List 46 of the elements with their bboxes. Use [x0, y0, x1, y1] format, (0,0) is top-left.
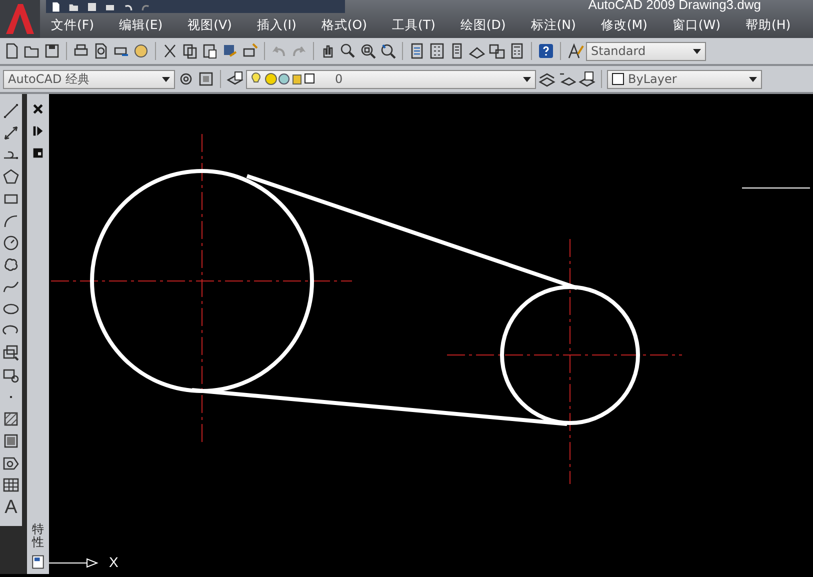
menu-item[interactable]: 文件(F) [45, 17, 100, 34]
menu-item[interactable]: 编辑(E) [112, 17, 169, 34]
menu-item[interactable]: 修改(M) [594, 17, 654, 34]
help-icon[interactable] [537, 42, 555, 60]
insert-block-icon[interactable] [2, 344, 20, 362]
menu-item[interactable]: 插入(I) [250, 17, 302, 34]
menu-item[interactable]: 标注(N) [524, 17, 582, 34]
caret-icon [693, 48, 701, 54]
zoom-previous-icon[interactable] [379, 42, 397, 60]
line-icon[interactable] [2, 102, 20, 120]
hatch-icon[interactable] [2, 410, 20, 428]
workspace-dropdown[interactable]: AutoCAD 经典 [3, 70, 175, 88]
markup-icon[interactable] [488, 42, 506, 60]
menu-item[interactable]: 帮助(H) [740, 17, 797, 34]
paste-icon[interactable] [201, 42, 219, 60]
layer-states-icon[interactable] [578, 70, 596, 88]
zoom-icon[interactable] [339, 42, 357, 60]
menu-item[interactable]: 工具(T) [386, 17, 442, 34]
gradient-icon[interactable] [2, 432, 20, 450]
text-style-dropdown[interactable]: Standard [586, 42, 706, 60]
zoom-window-icon[interactable] [359, 42, 377, 60]
ucs-x-axis [49, 558, 98, 568]
design-center-icon[interactable] [428, 42, 446, 60]
circle-icon[interactable] [2, 234, 20, 252]
caret-icon [162, 76, 170, 82]
revision-cloud-icon[interactable] [2, 256, 20, 274]
text-tool[interactable]: A [4, 498, 18, 517]
customize-icon[interactable] [197, 70, 215, 88]
ucs-x-label: X [109, 554, 118, 570]
color-dropdown[interactable]: ByLayer [607, 70, 762, 88]
pentagon-icon[interactable] [2, 168, 20, 186]
copy-icon[interactable] [181, 42, 199, 60]
layer-dropdown[interactable]: 0 [246, 70, 536, 88]
caret-icon [749, 76, 757, 82]
palette-icon[interactable] [30, 553, 46, 571]
text-style-icon[interactable] [566, 42, 584, 60]
menu-item[interactable]: 绘图(D) [454, 17, 512, 34]
menu-item[interactable]: 窗口(W) [666, 17, 727, 34]
palette-title: 特性 [32, 522, 44, 549]
table-icon[interactable] [2, 476, 20, 494]
construction-line-icon[interactable] [2, 124, 20, 142]
menu-item[interactable]: 格式(O) [315, 17, 373, 34]
save-icon[interactable] [43, 42, 61, 60]
color-swatch [612, 73, 624, 85]
caret-icon [523, 76, 531, 82]
menu-item[interactable]: 视图(V) [182, 17, 238, 34]
